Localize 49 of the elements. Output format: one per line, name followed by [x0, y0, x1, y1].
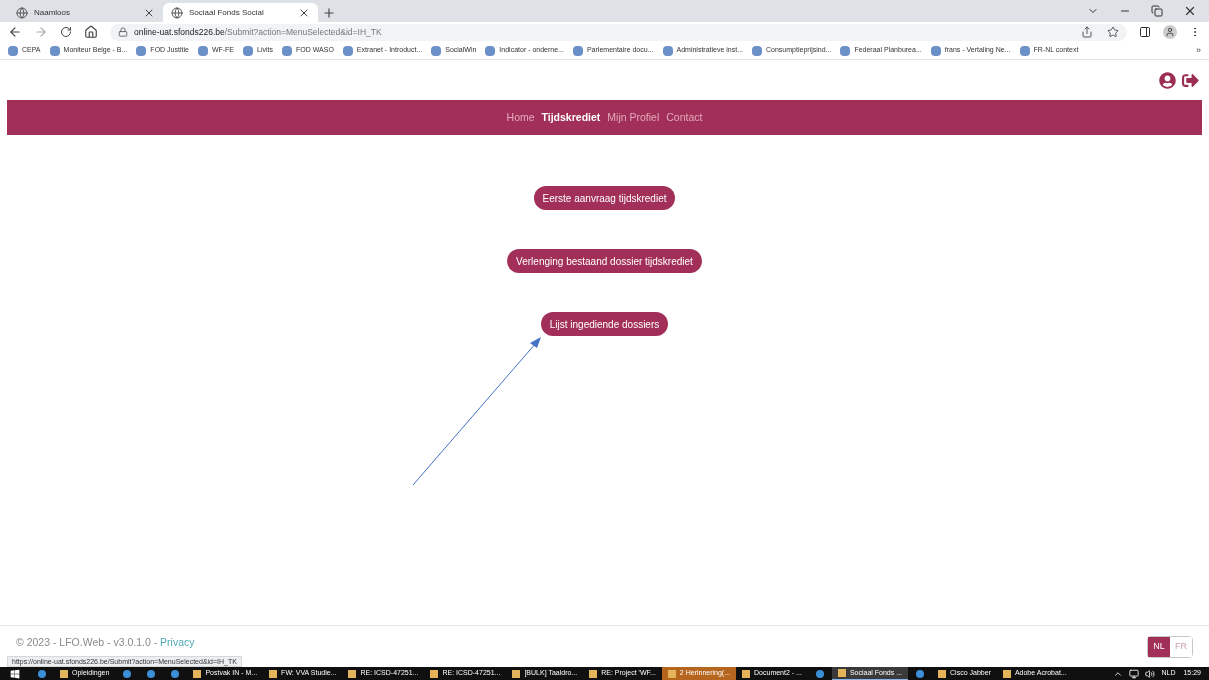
globe-icon: [16, 6, 28, 19]
globe-icon: [171, 6, 183, 19]
side-panel-icon[interactable]: [1139, 26, 1151, 38]
bookmark-icon: [431, 45, 442, 56]
bookmark-icon: [930, 45, 941, 56]
language-toggle[interactable]: NL: [1148, 636, 1170, 657]
lock-icon: [118, 27, 128, 37]
bookmark-icon: [8, 45, 18, 56]
browser-tab[interactable]: Sociaal Fonds Social: [163, 3, 318, 22]
nav-link[interactable]: Contact: [666, 109, 703, 126]
nav-link[interactable]: Mijn Profiel: [607, 109, 660, 126]
windows-start-icon[interactable]: [10, 668, 20, 679]
browser-tab[interactable]: Naamloos: [8, 3, 163, 22]
bookmark-icon: [136, 45, 147, 56]
bookmark-icon: [840, 45, 851, 56]
restore-icon[interactable]: [1151, 5, 1163, 17]
star-icon[interactable]: [1107, 26, 1119, 38]
action-button[interactable]: Verlenging bestaand dossier tijdskrediet: [507, 249, 702, 273]
bookmark-icon: [662, 45, 673, 56]
close-icon[interactable]: [1183, 4, 1197, 18]
bookmark-icon: [49, 45, 60, 56]
bookmark-icon: [282, 45, 292, 56]
tab-title: Naamloos: [34, 6, 71, 19]
volume-icon[interactable]: [1145, 668, 1156, 679]
bookmark-icon: [197, 45, 208, 56]
profile-avatar[interactable]: [1163, 25, 1177, 39]
bookmark-icon: [342, 45, 353, 56]
home-icon[interactable]: [84, 25, 98, 39]
back-icon[interactable]: [8, 25, 22, 39]
footer-text: © 2023 - LFO.Web - v3.0.1.0 - Privacy: [16, 634, 195, 650]
bookmark-icon: [752, 45, 763, 56]
nav-link[interactable]: Home: [506, 109, 535, 126]
bookmark-icon: [243, 45, 254, 56]
reload-icon[interactable]: [60, 26, 72, 38]
network-icon[interactable]: [1129, 668, 1140, 679]
logout-icon[interactable]: [1182, 71, 1199, 89]
nav-link[interactable]: Tijdskrediet: [541, 109, 601, 126]
action-button[interactable]: Lijst ingediende dossiers: [540, 312, 669, 336]
more-bookmarks[interactable]: »: [1196, 43, 1201, 58]
bookmark-icon: [572, 45, 583, 56]
address-field[interactable]: online-uat.sfonds226.be/Submit?action=MenuSelected&id=IH_TK: [110, 23, 1127, 41]
url-text: online-uat.sfonds226.be/Submit?action=MenuSelected&id=IH_TK: [134, 25, 382, 39]
bookmark-icon: [485, 45, 496, 56]
new-tab-icon[interactable]: [322, 6, 336, 20]
user-icon[interactable]: [1159, 71, 1176, 89]
tab-title: Sociaal Fonds Social: [189, 6, 265, 19]
share-icon[interactable]: [1081, 26, 1093, 38]
bookmark-icon: [1019, 45, 1030, 56]
action-button[interactable]: Eerste aanvraag tijdskrediet: [533, 186, 676, 210]
